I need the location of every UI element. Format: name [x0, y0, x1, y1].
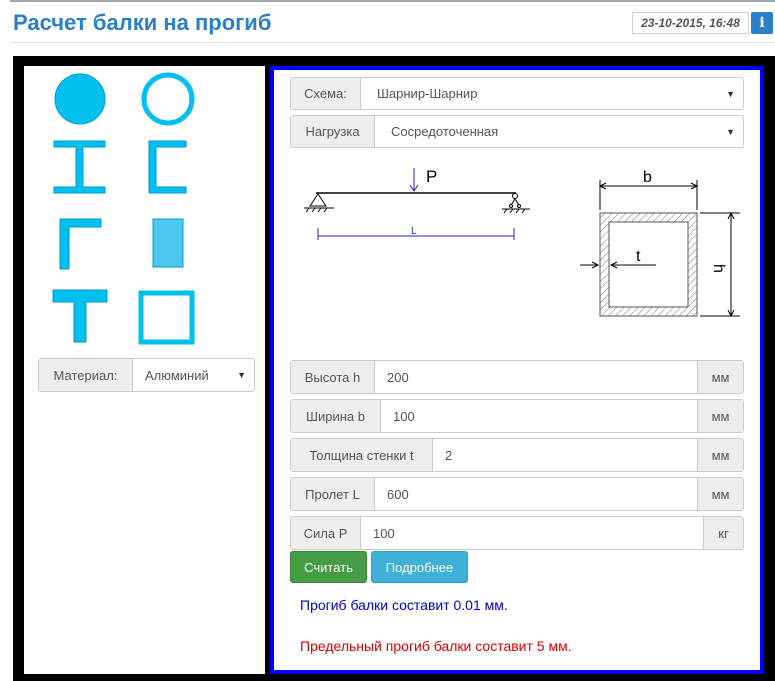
width-input[interactable]: 100 — [381, 400, 697, 432]
thickness-input[interactable]: 2 — [433, 439, 697, 471]
span-label: L — [411, 226, 417, 237]
width-label: b — [643, 169, 652, 186]
angle-icon[interactable] — [59, 218, 103, 270]
thickness-field: Толщина стенки t 2 мм — [290, 438, 744, 472]
limit-deflection-result: Предельный прогиб балки составит 5 мм. — [300, 638, 572, 654]
top-border-line — [10, 0, 775, 2]
force-input[interactable]: 100 — [361, 517, 703, 549]
height-label: h — [710, 264, 727, 273]
thickness-label: Толщина стенки t — [291, 439, 433, 471]
chevron-down-icon: ▼ — [726, 88, 735, 99]
calculate-button[interactable]: Считать — [290, 551, 367, 583]
scheme-select[interactable]: Схема: Шарнир-Шарнир ▼ — [290, 77, 744, 110]
details-button[interactable]: Подробнее — [371, 551, 468, 583]
force-unit: кг — [703, 517, 743, 549]
t-beam-icon[interactable] — [52, 289, 108, 343]
width-field: Ширина b 100 мм — [290, 399, 744, 433]
deflection-result: Прогиб балки составит 0.01 мм. — [300, 597, 508, 613]
force-label: Сила P — [291, 517, 361, 549]
height-input[interactable]: 200 — [375, 361, 697, 393]
thickness-label: t — [636, 248, 641, 265]
height-unit: мм — [697, 361, 743, 393]
title-divider — [10, 42, 775, 43]
load-label: Нагрузка — [291, 116, 375, 147]
height-field: Высота h 200 мм — [290, 360, 744, 394]
material-select[interactable]: Материал: Алюминий ▼ — [38, 358, 255, 392]
round-bar-icon[interactable] — [53, 72, 107, 126]
load-value-text: Сосредоточенная — [391, 124, 499, 139]
scheme-label: Схема: — [291, 78, 361, 109]
force-label: P — [426, 167, 437, 186]
span-label: Пролет L — [291, 478, 375, 510]
material-value-text: Алюминий — [145, 367, 209, 383]
force-field: Сила P 100 кг — [290, 516, 744, 550]
width-unit: мм — [697, 400, 743, 432]
span-input[interactable]: 600 — [375, 478, 697, 510]
span-unit: мм — [697, 478, 743, 510]
material-value[interactable]: Алюминий ▼ — [133, 359, 254, 391]
info-icon[interactable]: i — [751, 12, 773, 34]
height-label: Высота h — [291, 361, 375, 393]
cross-section-diagram: b h t — [580, 169, 740, 318]
load-select[interactable]: Нагрузка Сосредоточенная ▼ — [290, 115, 744, 148]
load-value[interactable]: Сосредоточенная ▼ — [375, 116, 743, 147]
scheme-value-text: Шарнир-Шарнир — [377, 86, 478, 101]
width-label: Ширина b — [291, 400, 381, 432]
i-beam-icon[interactable] — [53, 140, 107, 194]
chevron-down-icon: ▼ — [726, 126, 735, 137]
rectangular-bar-icon[interactable] — [152, 218, 184, 268]
chevron-down-icon: ▼ — [237, 370, 246, 380]
square-tube-icon[interactable] — [138, 290, 196, 346]
beam-scheme-diagram: P L — [304, 167, 530, 240]
round-tube-icon[interactable] — [140, 71, 196, 127]
channel-icon[interactable] — [148, 140, 188, 194]
page-title: Расчет балки на прогиб — [13, 10, 272, 35]
span-field: Пролет L 600 мм — [290, 477, 744, 511]
scheme-value[interactable]: Шарнир-Шарнир ▼ — [361, 78, 743, 109]
thickness-unit: мм — [697, 439, 743, 471]
date-badge: 23-10-2015, 16:48 — [632, 12, 749, 34]
material-label: Материал: — [39, 359, 133, 391]
